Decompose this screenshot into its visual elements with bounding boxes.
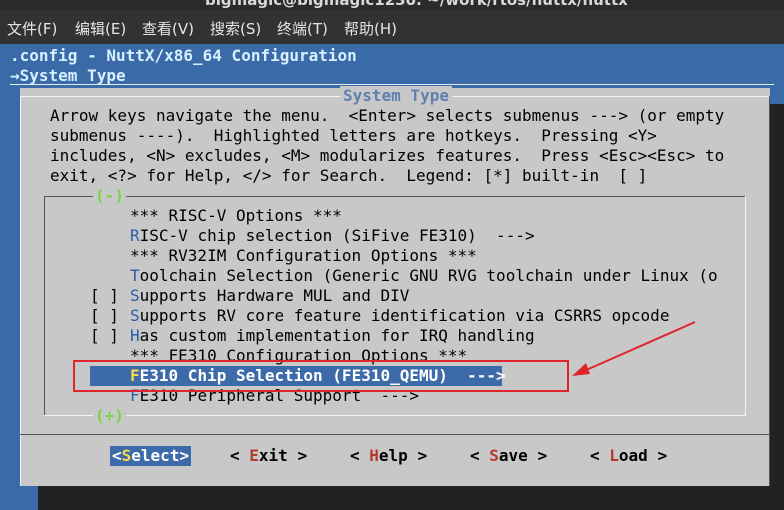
annotation-arrow (572, 321, 696, 376)
